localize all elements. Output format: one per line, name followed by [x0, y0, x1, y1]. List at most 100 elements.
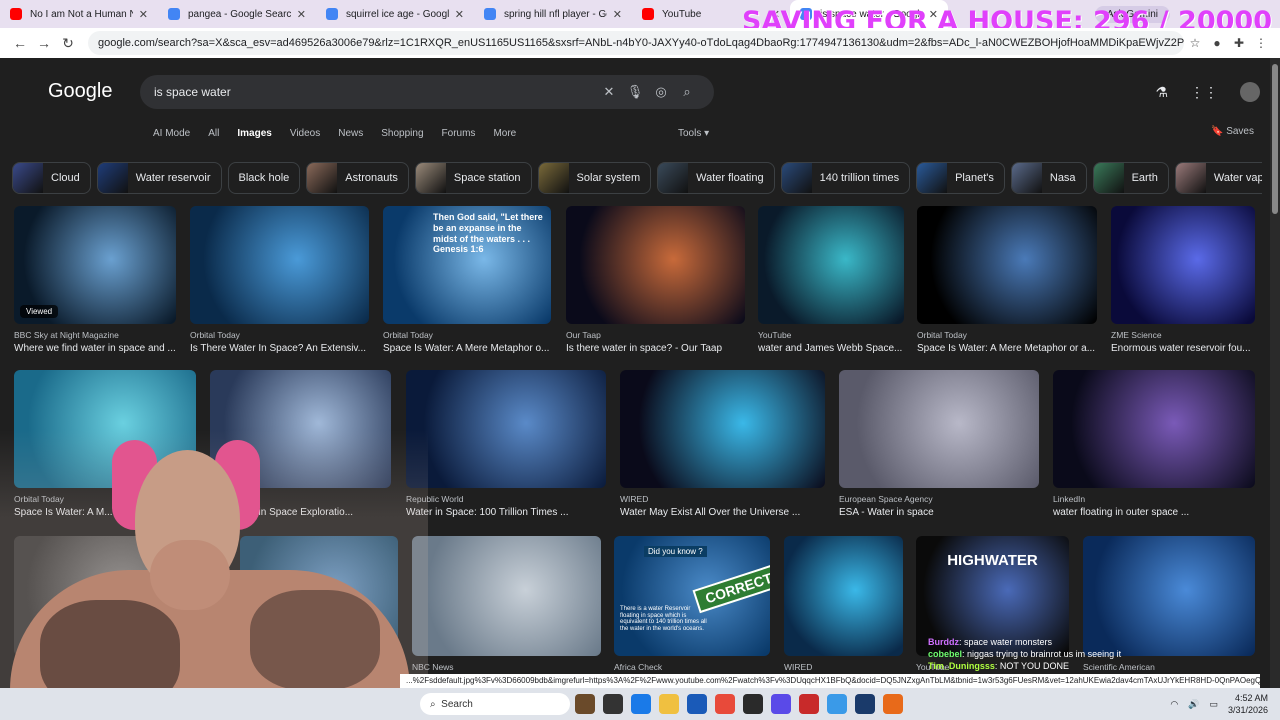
taskbar-app-icon[interactable] [659, 694, 679, 714]
image-result[interactable]: WIRED Water May Exist All Over the Univer… [620, 370, 825, 518]
result-title[interactable]: ESA - Water in space [839, 507, 1039, 518]
taskbar-app-icon[interactable] [883, 694, 903, 714]
result-title[interactable]: Space Is Water: A Mere Metaphor o... [383, 343, 551, 354]
image-result[interactable]: Viewed BBC Sky at Night Magazine Where we … [14, 206, 176, 354]
browser-tab[interactable]: spring hill nfl player - Google S ✕ [474, 0, 632, 28]
wifi-icon[interactable]: ◠ [1170, 699, 1178, 710]
taskbar-search[interactable]: ⌕ Search [420, 693, 570, 715]
related-chip[interactable]: Astronauts [306, 162, 409, 194]
result-source[interactable]: LinkedIn [1053, 494, 1255, 504]
result-source[interactable]: BBC Sky at Night Magazine [14, 330, 176, 340]
result-thumbnail[interactable] [190, 206, 369, 324]
image-result[interactable]: Did you know ? There is a water Reservoir… [614, 536, 770, 672]
image-result[interactable]: NBC News [412, 536, 601, 672]
result-thumbnail[interactable] [566, 206, 745, 324]
result-title[interactable]: Water in Space: 100 Trillion Times ... [406, 507, 606, 518]
nav-tab-videos[interactable]: Videos [290, 128, 320, 139]
related-chip[interactable]: Earth [1092, 162, 1169, 194]
taskbar-app-icon[interactable] [715, 694, 735, 714]
result-source[interactable]: NBC News [412, 662, 601, 672]
taskbar-app-icon[interactable] [799, 694, 819, 714]
reload-icon[interactable]: ↻ [56, 35, 80, 52]
nav-tab-all[interactable]: All [208, 128, 219, 139]
related-chip[interactable]: Space station [414, 162, 532, 194]
result-thumbnail[interactable] [784, 536, 903, 656]
scrollbar-thumb[interactable] [1272, 64, 1278, 214]
result-thumbnail[interactable] [758, 206, 904, 324]
battery-icon[interactable]: ▭ [1209, 699, 1218, 710]
result-thumbnail[interactable]: Then God said, "Let there be an expanse … [383, 206, 551, 324]
result-thumbnail[interactable] [406, 370, 606, 488]
result-thumbnail[interactable] [620, 370, 825, 488]
nav-tab-shopping[interactable]: Shopping [381, 128, 423, 139]
browser-tab[interactable]: No I am Not a Human N ✕ [0, 0, 158, 28]
result-title[interactable]: Water May Exist All Over the Universe ..… [620, 507, 825, 518]
taskbar-app-icon[interactable] [771, 694, 791, 714]
forward-icon[interactable]: → [32, 35, 56, 51]
extension-icon[interactable]: ● [1206, 36, 1228, 50]
close-tab-icon[interactable]: ✕ [455, 8, 464, 21]
search-icon[interactable]: ⌕ [674, 84, 700, 100]
saves-button[interactable]: 🔖 Saves [1211, 126, 1254, 137]
nav-tab-more[interactable]: More [493, 128, 516, 139]
result-source[interactable]: European Space Agency [839, 494, 1039, 504]
related-chip[interactable]: Cloud [12, 162, 91, 194]
result-title[interactable]: Is There Water In Space? An Extensiv... [190, 343, 369, 354]
result-thumbnail[interactable] [839, 370, 1039, 488]
result-title[interactable]: water floating in outer space ... [1053, 507, 1255, 518]
image-result[interactable]: European Space Agency ESA - Water in spac… [839, 370, 1039, 518]
taskbar-app-icon[interactable] [827, 694, 847, 714]
taskbar-app-icon[interactable] [631, 694, 651, 714]
result-source[interactable]: Africa Check [614, 662, 770, 672]
clock[interactable]: 4:52 AM 3/31/2026 [1228, 692, 1268, 716]
nav-tab-forums[interactable]: Forums [442, 128, 476, 139]
labs-icon[interactable]: ⚗ [1155, 84, 1168, 101]
image-result[interactable]: Then God said, "Let there be an expanse … [383, 206, 551, 354]
microphone-icon[interactable]: 🎙 [622, 84, 648, 100]
avatar[interactable] [1240, 82, 1260, 102]
result-title[interactable]: water and James Webb Space... [758, 343, 904, 354]
url-field[interactable]: google.com/search?sa=X&sca_esv=ad469526a… [88, 31, 1184, 55]
close-tab-icon[interactable]: ✕ [139, 8, 148, 21]
image-result[interactable]: LinkedIn water floating in outer space ..… [1053, 370, 1255, 518]
result-source[interactable]: YouTube [758, 330, 904, 340]
related-chip[interactable]: Water reservoir [96, 162, 222, 194]
browser-tab[interactable]: squirrel ice age - Google Search ✕ [316, 0, 474, 28]
result-title[interactable]: Enormous water reservoir fou... [1111, 343, 1255, 354]
menu-icon[interactable]: ⋮ [1250, 36, 1272, 50]
result-source[interactable]: Orbital Today [917, 330, 1097, 340]
related-chip[interactable]: Planet's [916, 162, 1005, 194]
related-chip[interactable]: Nasa [1010, 162, 1087, 194]
result-title[interactable]: Where we find water in space and ... [14, 343, 176, 354]
taskbar-app-icon[interactable] [855, 694, 875, 714]
taskbar-app-icon[interactable] [687, 694, 707, 714]
result-thumbnail[interactable]: Did you know ? There is a water Reservoir… [614, 536, 770, 656]
nav-tab-ai-mode[interactable]: AI Mode [153, 128, 190, 139]
result-title[interactable]: Space Is Water: A Mere Metaphor or a... [917, 343, 1097, 354]
apps-grid-icon[interactable]: ⋮⋮ [1190, 84, 1218, 101]
result-thumbnail[interactable] [917, 206, 1097, 324]
image-result[interactable]: ZME Science Enormous water reservoir fou.… [1111, 206, 1255, 354]
result-source[interactable]: ZME Science [1111, 330, 1255, 340]
result-thumbnail[interactable] [1053, 370, 1255, 488]
result-source[interactable]: WIRED [784, 662, 903, 672]
search-box[interactable]: is space water ✕ 🎙 ◎ ⌕ [140, 75, 714, 109]
back-icon[interactable]: ← [8, 35, 32, 51]
extensions-puzzle-icon[interactable]: ✚ [1228, 36, 1250, 50]
image-result[interactable]: Our Taap Is there water in space? - Our T… [566, 206, 745, 354]
image-result[interactable]: Orbital Today Is There Water In Space? An… [190, 206, 369, 354]
star-icon[interactable]: ☆ [1184, 36, 1206, 50]
clear-icon[interactable]: ✕ [596, 84, 622, 100]
result-source[interactable]: Republic World [406, 494, 606, 504]
image-result[interactable]: WIRED [784, 536, 903, 672]
related-chip[interactable]: 140 trillion times [780, 162, 911, 194]
result-title[interactable]: Is there water in space? - Our Taap [566, 343, 745, 354]
result-thumbnail[interactable] [412, 536, 601, 656]
google-logo[interactable]: Google [48, 80, 113, 103]
close-tab-icon[interactable]: ✕ [613, 8, 622, 21]
search-input[interactable]: is space water [154, 85, 596, 99]
related-chip[interactable]: Black hole [227, 162, 301, 194]
result-source[interactable]: Our Taap [566, 330, 745, 340]
volume-icon[interactable]: 🔊 [1188, 699, 1199, 710]
taskbar-app-icon[interactable] [575, 694, 595, 714]
